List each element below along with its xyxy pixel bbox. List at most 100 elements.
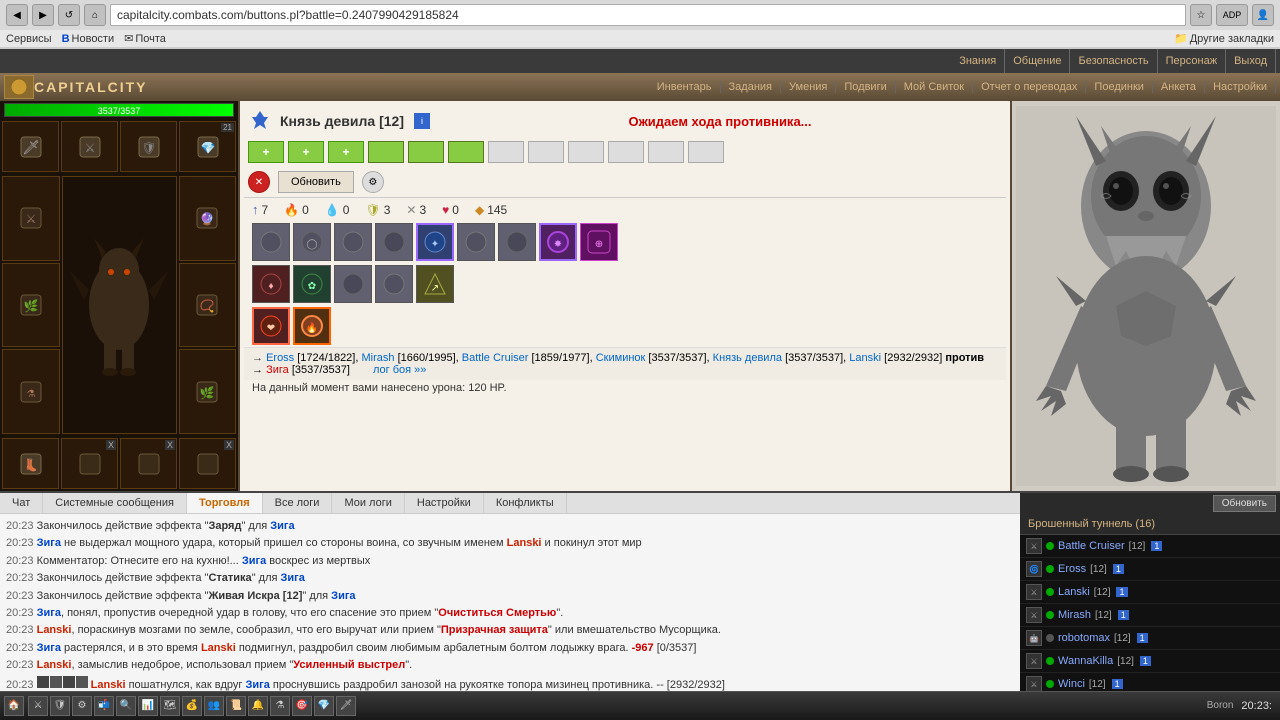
- news-button[interactable]: В Новости: [62, 33, 115, 45]
- eq-slot-1[interactable]: 🗡: [2, 121, 59, 172]
- forward-button[interactable]: ▶: [32, 4, 54, 26]
- taskbar-icon-6[interactable]: 🔍: [116, 696, 136, 716]
- player-battle-cruiser[interactable]: Battle Cruiser: [462, 352, 529, 364]
- back-button[interactable]: ◀: [6, 4, 28, 26]
- address-bar[interactable]: [110, 4, 1186, 26]
- refresh-button[interactable]: ↺: [58, 4, 80, 26]
- eq-slot-left-3[interactable]: ⚗: [2, 349, 60, 434]
- eq-slot-4[interactable]: 💎 21: [179, 121, 236, 172]
- tab-my-logs[interactable]: Мои логи: [332, 493, 404, 513]
- skill-8[interactable]: ✸: [539, 223, 577, 261]
- player-knyaz-devila[interactable]: Князь девила: [713, 352, 782, 364]
- nav-inventory[interactable]: Инвентарь: [649, 81, 721, 93]
- skill-15[interactable]: ❤: [252, 307, 290, 345]
- tunnel-player-name-7[interactable]: Winci: [1058, 678, 1085, 690]
- bookmarks-button[interactable]: 📁 Другие закладки: [1174, 32, 1274, 45]
- eq-slot-right-1[interactable]: 🔮: [179, 176, 237, 261]
- skill-10[interactable]: ♦: [252, 265, 290, 303]
- player-mirash[interactable]: Mirash: [361, 352, 394, 364]
- taskbar-icon-4[interactable]: ⚙: [72, 696, 92, 716]
- tab-trade[interactable]: Торговля: [187, 493, 263, 513]
- bookmark-star[interactable]: ☆: [1190, 4, 1212, 26]
- eq-slot-b4[interactable]: X: [179, 438, 236, 489]
- taskbar-icon-12[interactable]: 🔔: [248, 696, 268, 716]
- taskbar-icon-9[interactable]: 💰: [182, 696, 202, 716]
- player-eross[interactable]: Eross: [266, 352, 294, 364]
- info-badge[interactable]: i: [414, 113, 430, 129]
- mail-button[interactable]: ✉ Почта: [124, 32, 166, 45]
- nav-podvigi[interactable]: Подвиги: [836, 81, 895, 93]
- nav-nastroyki[interactable]: Настройки: [1205, 81, 1276, 93]
- skill-5[interactable]: ✦: [416, 223, 454, 261]
- player-lanski[interactable]: Lanski: [849, 352, 881, 364]
- eq-slot-3[interactable]: 🛡: [120, 121, 177, 172]
- eq-slot-left-1[interactable]: ⚔: [2, 176, 60, 261]
- taskbar-icon-8[interactable]: 🗺: [160, 696, 180, 716]
- nav-personazh[interactable]: Персонаж: [1158, 49, 1226, 73]
- eq-slot-b2[interactable]: X: [61, 438, 118, 489]
- tunnel-player-name-4[interactable]: Mirash: [1058, 609, 1091, 621]
- taskbar-icon-14[interactable]: 🎯: [292, 696, 312, 716]
- eq-slot-right-3[interactable]: 🌿: [179, 349, 237, 434]
- tunnel-player-name-2[interactable]: Eross: [1058, 563, 1086, 575]
- skill-11[interactable]: ✿: [293, 265, 331, 303]
- nav-obshenie[interactable]: Общение: [1005, 49, 1070, 73]
- tunnel-update-button[interactable]: Обновить: [1213, 495, 1276, 512]
- taskbar-icon-7[interactable]: 📊: [138, 696, 158, 716]
- nav-bezopasnost[interactable]: Безопасность: [1070, 49, 1157, 73]
- nav-umeniya[interactable]: Умения: [781, 81, 836, 93]
- tab-conflicts[interactable]: Конфликты: [484, 493, 567, 513]
- skill-7[interactable]: [498, 223, 536, 261]
- taskbar-icon-3[interactable]: 🛡: [50, 696, 70, 716]
- taskbar-icon-1[interactable]: 🏠: [4, 696, 24, 716]
- cancel-button[interactable]: ✕: [248, 171, 270, 193]
- nav-anketa[interactable]: Анкета: [1153, 81, 1205, 93]
- adp-button[interactable]: ADP: [1216, 4, 1248, 26]
- taskbar-icon-15[interactable]: 💎: [314, 696, 334, 716]
- services-button[interactable]: Сервисы: [6, 33, 52, 45]
- tunnel-player-name-3[interactable]: Lanski: [1058, 586, 1090, 598]
- hp-plus-3[interactable]: +: [328, 141, 364, 163]
- nav-vyhod[interactable]: Выход: [1226, 49, 1276, 73]
- refresh-button[interactable]: Обновить: [278, 171, 354, 193]
- user-icon[interactable]: 👤: [1252, 4, 1274, 26]
- skill-2[interactable]: ◯: [293, 223, 331, 261]
- tab-all-logs[interactable]: Все логи: [263, 493, 333, 513]
- taskbar-icon-10[interactable]: 👥: [204, 696, 224, 716]
- taskbar-icon-16[interactable]: 🗡: [336, 696, 356, 716]
- skill-14[interactable]: ↗: [416, 265, 454, 303]
- eq-slot-b3[interactable]: X: [120, 438, 177, 489]
- eq-slot-2[interactable]: ⚔: [61, 121, 118, 172]
- tunnel-player-name-1[interactable]: Battle Cruiser: [1058, 540, 1125, 552]
- hp-plus-1[interactable]: +: [248, 141, 284, 163]
- tunnel-player-name-5[interactable]: robotomax: [1058, 632, 1110, 644]
- skill-9[interactable]: ⊕: [580, 223, 618, 261]
- skill-1[interactable]: [252, 223, 290, 261]
- hp-plus-2[interactable]: +: [288, 141, 324, 163]
- skill-16[interactable]: 🔥: [293, 307, 331, 345]
- nav-poedinki[interactable]: Поединки: [1086, 81, 1153, 93]
- taskbar-icon-13[interactable]: ⚗: [270, 696, 290, 716]
- player-ziga[interactable]: Зига: [266, 364, 289, 376]
- tab-chat[interactable]: Чат: [0, 493, 43, 513]
- skill-3[interactable]: [334, 223, 372, 261]
- taskbar-icon-5[interactable]: 📬: [94, 696, 114, 716]
- eq-slot-left-2[interactable]: 🌿: [2, 263, 60, 348]
- taskbar-icon-11[interactable]: 📜: [226, 696, 246, 716]
- home-button[interactable]: ⌂: [84, 4, 106, 26]
- tab-settings[interactable]: Настройки: [405, 493, 484, 513]
- tunnel-player-name-6[interactable]: WannaKilla: [1058, 655, 1113, 667]
- skill-13[interactable]: [375, 265, 413, 303]
- skill-4[interactable]: [375, 223, 413, 261]
- nav-znaniya[interactable]: Знания: [951, 49, 1005, 73]
- player-skiminok[interactable]: Скиминок: [596, 352, 646, 364]
- tab-system[interactable]: Системные сообщения: [43, 493, 187, 513]
- eq-slot-b1[interactable]: 👢: [2, 438, 59, 489]
- eq-slot-right-2[interactable]: 📿: [179, 263, 237, 348]
- settings-gear-button[interactable]: ⚙: [362, 171, 384, 193]
- skill-12[interactable]: [334, 265, 372, 303]
- nav-zadaniya[interactable]: Задания: [721, 81, 781, 93]
- nav-moy-svitok[interactable]: Мой Свиток: [896, 81, 973, 93]
- taskbar-icon-2[interactable]: ⚔: [28, 696, 48, 716]
- battle-log-link[interactable]: лог боя »»: [373, 364, 426, 376]
